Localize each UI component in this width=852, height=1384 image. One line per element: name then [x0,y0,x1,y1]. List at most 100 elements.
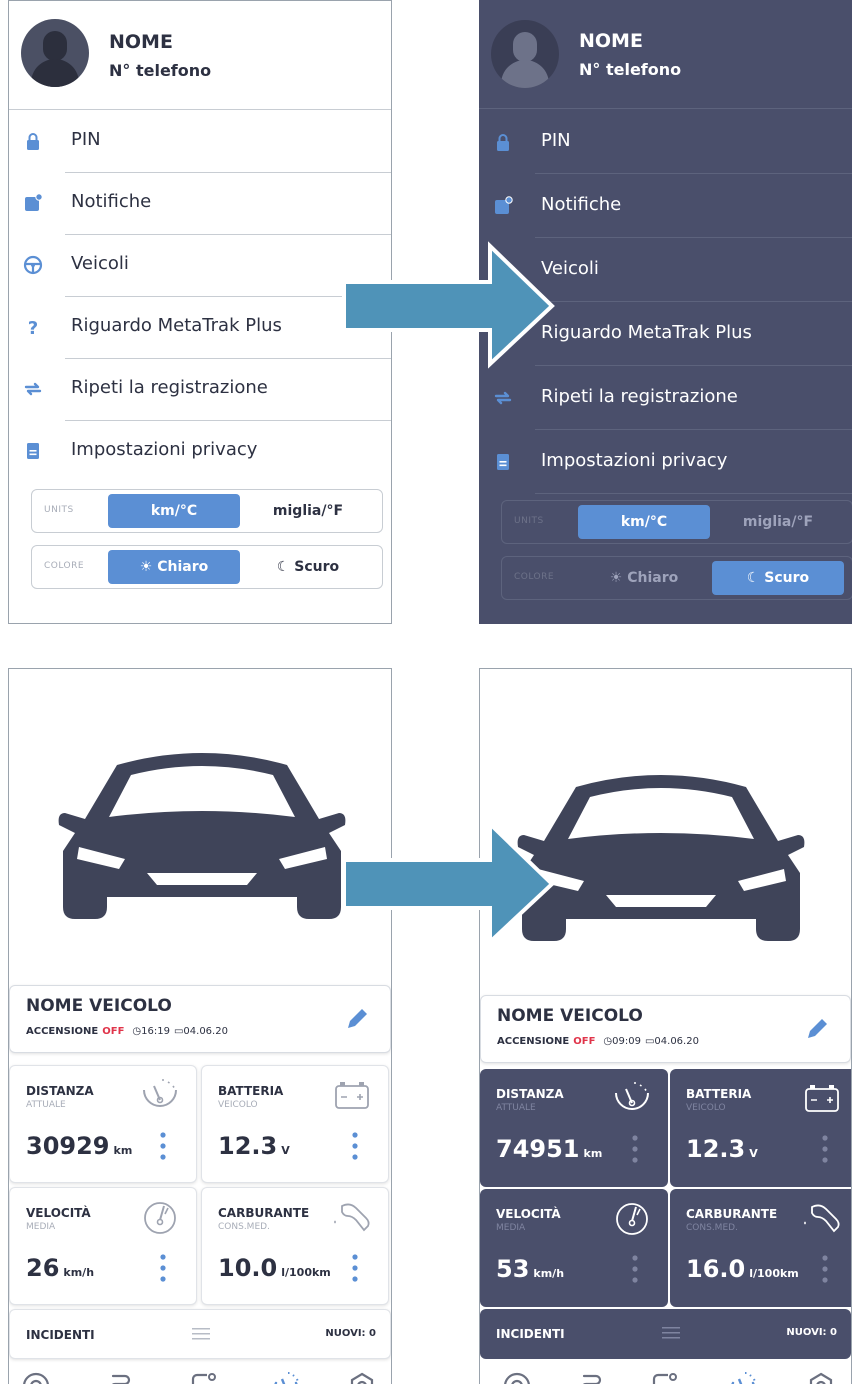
color-option-light[interactable]: ☀ Chiaro [578,561,710,595]
incidents-label: INCIDENTI [496,1327,565,1341]
document-icon [493,452,513,472]
menu-item-label: Notifiche [71,191,152,212]
menu-item-notifiche[interactable]: Notifiche [479,176,852,238]
bottom-nav [480,1359,851,1384]
color-label: COLORE [44,561,85,571]
fuel-nozzle-icon [804,1204,840,1233]
route-icon[interactable] [105,1371,135,1384]
tile-unit: km [113,1144,133,1157]
vehicle-name: NOME VEICOLO [26,996,172,1016]
more-options-icon[interactable] [352,1254,358,1282]
tile-title: BATTERIA [218,1084,284,1098]
settings-icon[interactable] [806,1371,836,1384]
color-selector: COLORE ☀ Chiaro ☾ Scuro [31,545,383,589]
edit-pencil-icon[interactable] [344,1006,370,1032]
menu-item-label: PIN [71,129,101,150]
target-icon[interactable] [21,1371,51,1384]
ignition-time: ◷09:09 [603,1036,641,1047]
tile-title: VELOCITÀ [496,1207,561,1221]
more-options-icon[interactable] [632,1135,638,1163]
avatar [21,19,89,87]
tile-battery[interactable]: BATTERIA VEICOLO 12.3 V [201,1065,389,1183]
menu-item-pin[interactable]: PIN [9,111,391,173]
device-icon[interactable] [189,1371,219,1384]
tile-unit: V [281,1144,290,1157]
profile-header[interactable]: NOME N° telefono [9,1,391,110]
tile-value: 74951 km [496,1135,602,1163]
menu-item-impostazioni-privacy[interactable]: Impostazioni privacy [9,421,391,483]
more-options-icon[interactable] [160,1132,166,1160]
menu-item-label: Impostazioni privacy [541,450,728,471]
tile-subtitle: ATTUALE [496,1103,536,1113]
more-options-icon[interactable] [160,1254,166,1282]
color-option-light[interactable]: ☀ Chiaro [108,550,240,584]
target-icon[interactable] [502,1371,532,1384]
dashboard-panel-light: NOME VEICOLO ACCENSIONE OFF ◷16:19 ▭04.06.2… [8,668,392,1384]
ignition-date: ▭04.06.20 [173,1026,228,1037]
menu-item-pin[interactable]: PIN [479,112,852,174]
tile-subtitle: ATTUALE [26,1100,66,1110]
tile-distance[interactable]: DISTANZA ATTUALE 30929 km [9,1065,197,1183]
color-option-dark[interactable]: ☾ Scuro [242,550,374,584]
menu-item-ripeti-la-registrazione[interactable]: Ripeti la registrazione [479,368,852,430]
tile-number: 74951 [496,1135,580,1163]
vehicle-header-card[interactable]: NOME VEICOLO ACCENSIONE OFF ◷09:09 ▭04.06.2… [480,995,851,1063]
tile-value: 30929 km [26,1132,132,1160]
tile-subtitle: MEDIA [496,1223,526,1233]
tile-title: BATTERIA [686,1087,752,1101]
route-icon[interactable] [576,1371,606,1384]
menu-item-veicoli[interactable]: Veicoli [9,235,391,297]
vehicle-name: NOME VEICOLO [497,1006,643,1026]
incidents-bar[interactable]: INCIDENTI NUOVI: 0 [480,1309,851,1359]
speedometer-icon[interactable] [728,1371,758,1384]
repeat-icon [493,388,513,408]
tile-fuel[interactable]: CARBURANTE CONS.MED. 10.0 l/100km [201,1187,389,1305]
speedometer-icon[interactable] [271,1371,301,1384]
battery-icon [335,1082,369,1109]
tile-battery[interactable]: BATTERIA VEICOLO 12.3 V [670,1069,851,1187]
tile-subtitle: CONS.MED. [686,1223,738,1233]
vehicle-header-card[interactable]: NOME VEICOLO ACCENSIONE OFF ◷16:19 ▭04.06.2… [9,985,391,1053]
tile-unit: l/100km [281,1266,331,1279]
tile-unit: km [583,1147,603,1160]
menu-item-notifiche[interactable]: Notifiche [9,173,391,235]
tile-fuel[interactable]: CARBURANTE CONS.MED. 16.0 l/100km [670,1189,851,1307]
menu-item-riguardo-metatrak-plus[interactable]: ? Riguardo MetaTrak Plus [9,297,391,359]
more-options-icon[interactable] [352,1132,358,1160]
tile-value: 16.0 l/100km [686,1255,799,1283]
tile-number: 26 [26,1254,60,1282]
incidents-bar[interactable]: INCIDENTI NUOVI: 0 [9,1309,391,1359]
menu-item-ripeti-la-registrazione[interactable]: Ripeti la registrazione [9,359,391,421]
tile-title: DISTANZA [496,1087,564,1101]
units-option-metric[interactable]: km/°C [578,505,710,539]
units-option-imperial[interactable]: miglia/°F [242,494,374,528]
profile-header[interactable]: NOME N° telefono [479,0,852,109]
settings-icon[interactable] [347,1371,377,1384]
units-option-imperial[interactable]: miglia/°F [712,505,844,539]
ignition-state: OFF [102,1026,125,1037]
tile-distance[interactable]: DISTANZA ATTUALE 74951 km [480,1069,668,1187]
color-option-dark[interactable]: ☾ Scuro [712,561,844,595]
more-options-icon[interactable] [822,1135,828,1163]
incidents-new-count: NUOVI: 0 [786,1327,837,1338]
menu-item-label: Ripeti la registrazione [541,386,738,407]
device-icon[interactable] [650,1371,680,1384]
ignition-state: OFF [573,1036,596,1047]
tile-unit: V [749,1147,758,1160]
tile-speed[interactable]: VELOCITÀ MEDIA 26 km/h [9,1187,197,1305]
more-options-icon[interactable] [822,1255,828,1283]
tile-title: CARBURANTE [686,1207,778,1221]
units-option-metric[interactable]: km/°C [108,494,240,528]
more-options-icon[interactable] [632,1255,638,1283]
tile-subtitle: VEICOLO [218,1100,258,1110]
battery-icon [805,1085,839,1112]
question-icon: ? [23,317,43,339]
menu-item-impostazioni-privacy[interactable]: Impostazioni privacy [479,432,852,494]
edit-pencil-icon[interactable] [804,1016,830,1042]
tile-speed[interactable]: VELOCITÀ MEDIA 53 km/h [480,1189,668,1307]
incidents-new-count: NUOVI: 0 [325,1328,376,1339]
speed-gauge-icon [616,1203,648,1235]
ignition-label: ACCENSIONE [497,1036,570,1047]
menu-item-label: Ripeti la registrazione [71,377,268,398]
repeat-icon [23,379,43,399]
